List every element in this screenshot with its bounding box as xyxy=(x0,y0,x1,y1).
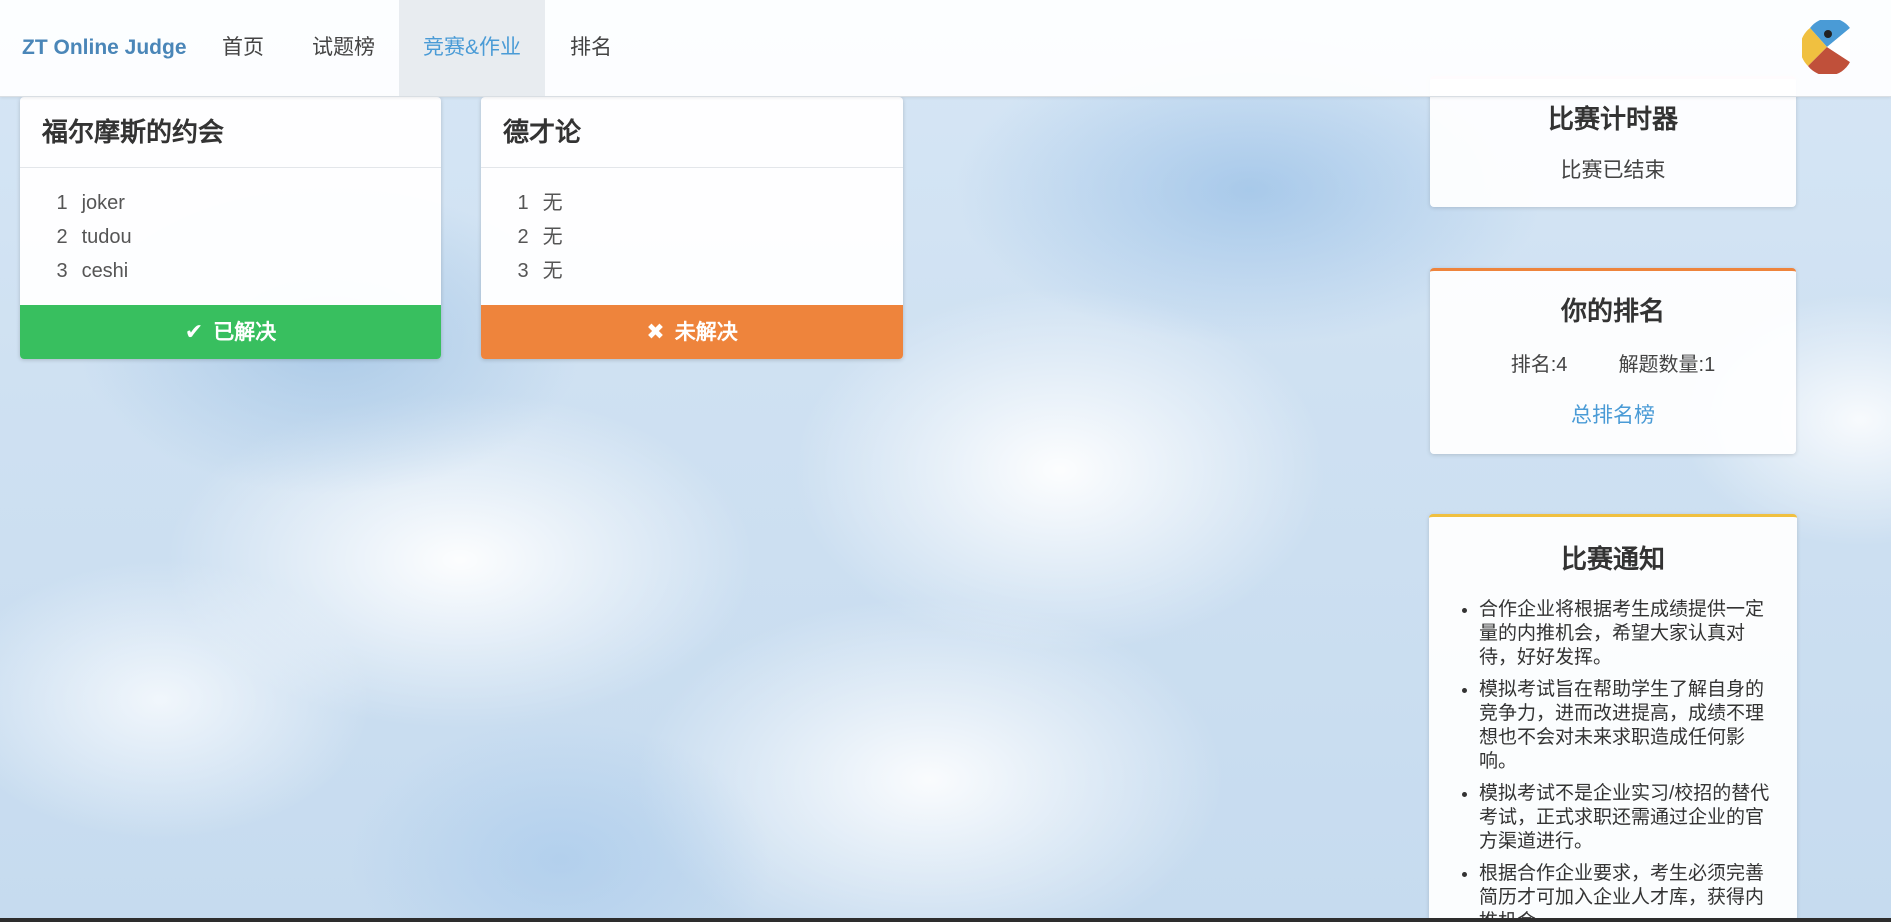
problem-title: 德才论 xyxy=(481,97,903,168)
nav-item-contests[interactable]: 竞赛&作业 xyxy=(399,0,545,96)
list-item: 3 ceshi xyxy=(56,260,129,282)
brand-link[interactable]: ZT Online Judge xyxy=(22,0,187,96)
list-item: 2 tudou xyxy=(56,226,132,248)
timer-title: 比赛计时器 xyxy=(1547,104,1678,134)
notice-item: 根据合作企业要求，考生必须完善简历才可加入企业人才库，获得内推机会。 xyxy=(1479,862,1773,921)
my-rank-stats: 排名:4 解题数量:1 xyxy=(1430,348,1796,377)
nav-item-home[interactable]: 首页 xyxy=(198,0,288,96)
nav-item-problems[interactable]: 试题榜 xyxy=(288,0,399,96)
list-item: 1 无 xyxy=(517,192,563,214)
notice-item: 模拟考试旨在帮助学生了解自身的竞争力，进而改进提高，成绩不理想也不会对未来求职造… xyxy=(1479,678,1773,774)
bottom-border xyxy=(0,918,1891,922)
my-rank-title: 你的排名 xyxy=(1560,296,1665,326)
pacman-avatar-icon[interactable] xyxy=(1802,20,1852,74)
problem-ranking-list: 1 无 2 无 3 无 xyxy=(481,168,903,287)
notice-list: 合作企业将根据考生成绩提供一定量的内推机会，希望大家认真对待，好好发挥。 模拟考… xyxy=(1429,598,1797,921)
overall-ranking-link[interactable]: 总排名榜 xyxy=(1571,399,1655,429)
status-label: 已解决 xyxy=(213,321,277,344)
problem-card[interactable]: 福尔摩斯的约会 1 joker 2 tudou 3 ceshi ✔ 已解决 xyxy=(20,97,441,359)
nav-item-ranking[interactable]: 排名 xyxy=(546,0,636,96)
check-icon: ✔ xyxy=(184,319,204,344)
status-label: 未解决 xyxy=(674,321,738,344)
notice-item: 合作企业将根据考生成绩提供一定量的内推机会，希望大家认真对待，好好发挥。 xyxy=(1479,598,1773,670)
notice-item: 模拟考试不是企业实习/校招的替代考试，正式求职还需通过企业的官方渠道进行。 xyxy=(1479,782,1773,854)
cross-icon: ✖ xyxy=(646,319,665,344)
contest-notice-card: 比赛通知 合作企业将根据考生成绩提供一定量的内推机会，希望大家认真对待，好好发挥… xyxy=(1429,514,1797,921)
timer-status: 比赛已结束 xyxy=(1560,159,1666,182)
solved-count: 解题数量:1 xyxy=(1618,354,1716,376)
notice-title: 比赛通知 xyxy=(1560,544,1665,574)
problem-ranking-list: 1 joker 2 tudou 3 ceshi xyxy=(20,168,441,287)
problem-title: 福尔摩斯的约会 xyxy=(20,97,441,168)
rank-value: 排名:4 xyxy=(1510,354,1568,376)
list-item: 3 无 xyxy=(517,260,563,282)
list-item: 2 无 xyxy=(517,226,563,248)
my-rank-card: 你的排名 排名:4 解题数量:1 总排名榜 xyxy=(1430,268,1796,454)
problem-card[interactable]: 德才论 1 无 2 无 3 无 ✖ 未解决 xyxy=(481,97,903,359)
list-item: 1 joker xyxy=(56,192,125,214)
problem-status-bar[interactable]: ✔ 已解决 xyxy=(20,305,441,359)
problem-status-bar[interactable]: ✖ 未解决 xyxy=(481,305,903,359)
top-navbar: ZT Online Judge 首页 试题榜 竞赛&作业 排名 xyxy=(0,0,1891,97)
